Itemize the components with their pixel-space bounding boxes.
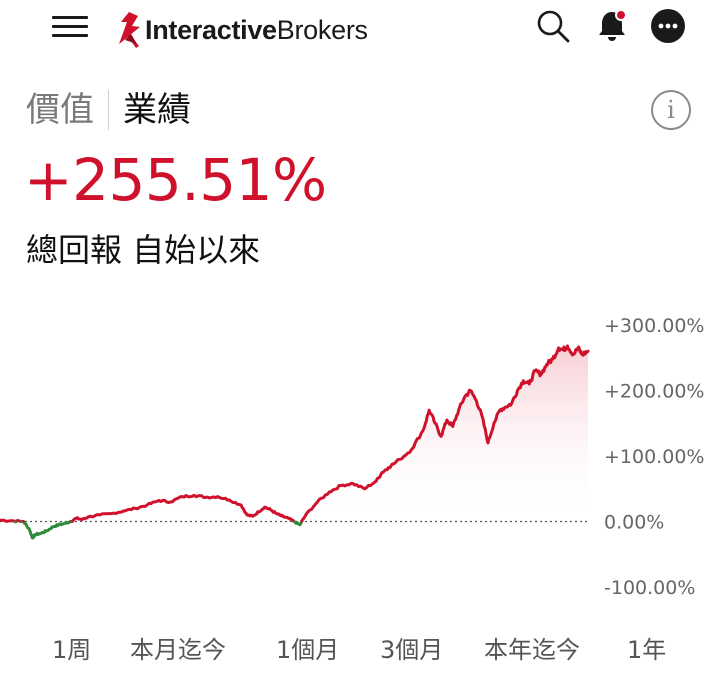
performance-area: [0, 346, 588, 522]
tab-value[interactable]: 價值: [26, 88, 108, 132]
performance-line-negative-segment: [23, 520, 73, 540]
period-month-to-date[interactable]: 本月迄今: [130, 628, 226, 672]
menu-icon[interactable]: [50, 12, 90, 42]
period-1-year[interactable]: 1年: [627, 628, 666, 672]
brand-logo[interactable]: InteractiveBrokers: [116, 8, 368, 52]
performance-chart[interactable]: +300.00% +200.00% +100.00% 0.00% -100.00%: [0, 305, 720, 615]
period-1-month[interactable]: 1個月: [276, 628, 339, 672]
y-tick-label: +100.00%: [604, 446, 704, 468]
notification-dot: [615, 9, 627, 21]
y-tick-label: +200.00%: [604, 381, 704, 403]
y-tick-label: 0.00%: [604, 512, 664, 534]
more-icon[interactable]: [650, 8, 686, 44]
brand-name: InteractiveBrokers: [145, 14, 368, 45]
tab-performance[interactable]: 業績: [109, 88, 191, 132]
period-year-to-date[interactable]: 本年迄今: [484, 628, 580, 672]
search-icon[interactable]: [535, 8, 571, 44]
app-header: InteractiveBrokers: [0, 0, 720, 60]
y-tick-label: -100.00%: [604, 577, 695, 599]
info-icon[interactable]: i: [651, 90, 691, 130]
value-performance-tabs: 價值 業績: [26, 88, 191, 132]
performance-line-positive-segment: [0, 518, 18, 524]
y-tick-label: +300.00%: [604, 315, 704, 337]
bell-icon[interactable]: [594, 8, 630, 44]
return-subtitle: 總回報 自始以來: [26, 231, 261, 269]
period-3-months[interactable]: 3個月: [380, 628, 443, 672]
period-1-week[interactable]: 1周: [52, 628, 91, 672]
period-selector: 1周 本月迄今 1個月 3個月 本年迄今 1年: [0, 628, 720, 672]
total-return-value: +255.51%: [24, 146, 327, 214]
ib-logo-icon: [119, 12, 140, 48]
